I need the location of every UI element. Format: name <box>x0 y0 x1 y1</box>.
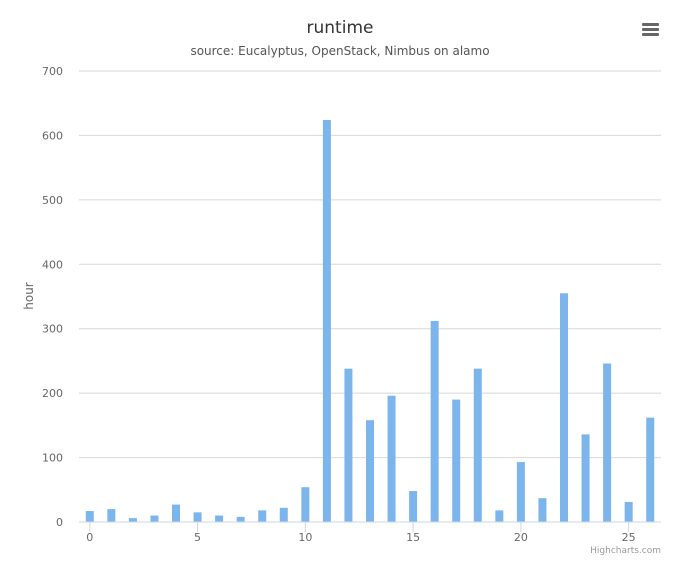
x-tick-label: 20 <box>514 531 528 544</box>
y-tick-label: 700 <box>42 65 63 78</box>
bar[interactable] <box>322 119 331 523</box>
chart-title: runtime <box>307 18 374 38</box>
bar[interactable] <box>495 510 504 522</box>
x-tick-label: 25 <box>622 531 636 544</box>
x-tick-label: 5 <box>194 531 201 544</box>
bar[interactable] <box>107 509 116 522</box>
bar[interactable] <box>581 434 590 522</box>
bar[interactable] <box>85 511 94 522</box>
bar[interactable] <box>430 320 439 522</box>
y-tick-label: 200 <box>42 387 63 400</box>
bar[interactable] <box>172 504 180 522</box>
bar[interactable] <box>258 510 267 522</box>
bar[interactable] <box>193 512 202 522</box>
credits-link[interactable]: Highcharts.com <box>590 546 661 556</box>
bar[interactable] <box>301 487 310 522</box>
hamburger-menu-icon <box>642 23 659 36</box>
chart-menu-button[interactable] <box>636 16 664 44</box>
chart-subtitle: source: Eucalyptus, OpenStack, Nimbus on… <box>190 44 489 58</box>
bar-series <box>85 119 655 523</box>
bar[interactable] <box>560 293 568 522</box>
bar[interactable] <box>473 368 482 522</box>
bar[interactable] <box>150 515 159 522</box>
bar[interactable] <box>236 516 245 522</box>
bar[interactable] <box>279 507 288 522</box>
bar[interactable] <box>538 498 547 522</box>
x-axis-ticks: 0 5 10 15 20 25 <box>86 522 636 544</box>
y-axis-label: hour <box>22 282 36 310</box>
y-tick-label: 500 <box>42 194 63 207</box>
bar[interactable] <box>409 491 418 522</box>
chart: runtime source: Eucalyptus, OpenStack, N… <box>22 18 661 556</box>
bar[interactable] <box>624 502 633 522</box>
bar[interactable] <box>646 417 655 522</box>
bar[interactable] <box>516 462 525 522</box>
bar[interactable] <box>452 399 461 522</box>
y-tick-label: 100 <box>42 452 63 465</box>
y-tick-label: 300 <box>42 323 63 336</box>
bar[interactable] <box>215 515 224 522</box>
y-tick-label: 0 <box>56 516 63 529</box>
bar[interactable] <box>366 420 374 522</box>
bar[interactable] <box>603 363 612 522</box>
bar[interactable] <box>128 518 137 522</box>
x-tick-label: 0 <box>86 531 93 544</box>
x-tick-label: 15 <box>406 531 420 544</box>
grid-lines <box>79 70 661 459</box>
y-tick-label: 600 <box>42 129 63 142</box>
bar[interactable] <box>344 368 353 522</box>
y-axis-ticks: 0 100 200 300 400 500 600 700 <box>42 65 63 529</box>
bar[interactable] <box>387 395 396 522</box>
y-tick-label: 400 <box>42 258 63 271</box>
x-tick-label: 10 <box>298 531 312 544</box>
